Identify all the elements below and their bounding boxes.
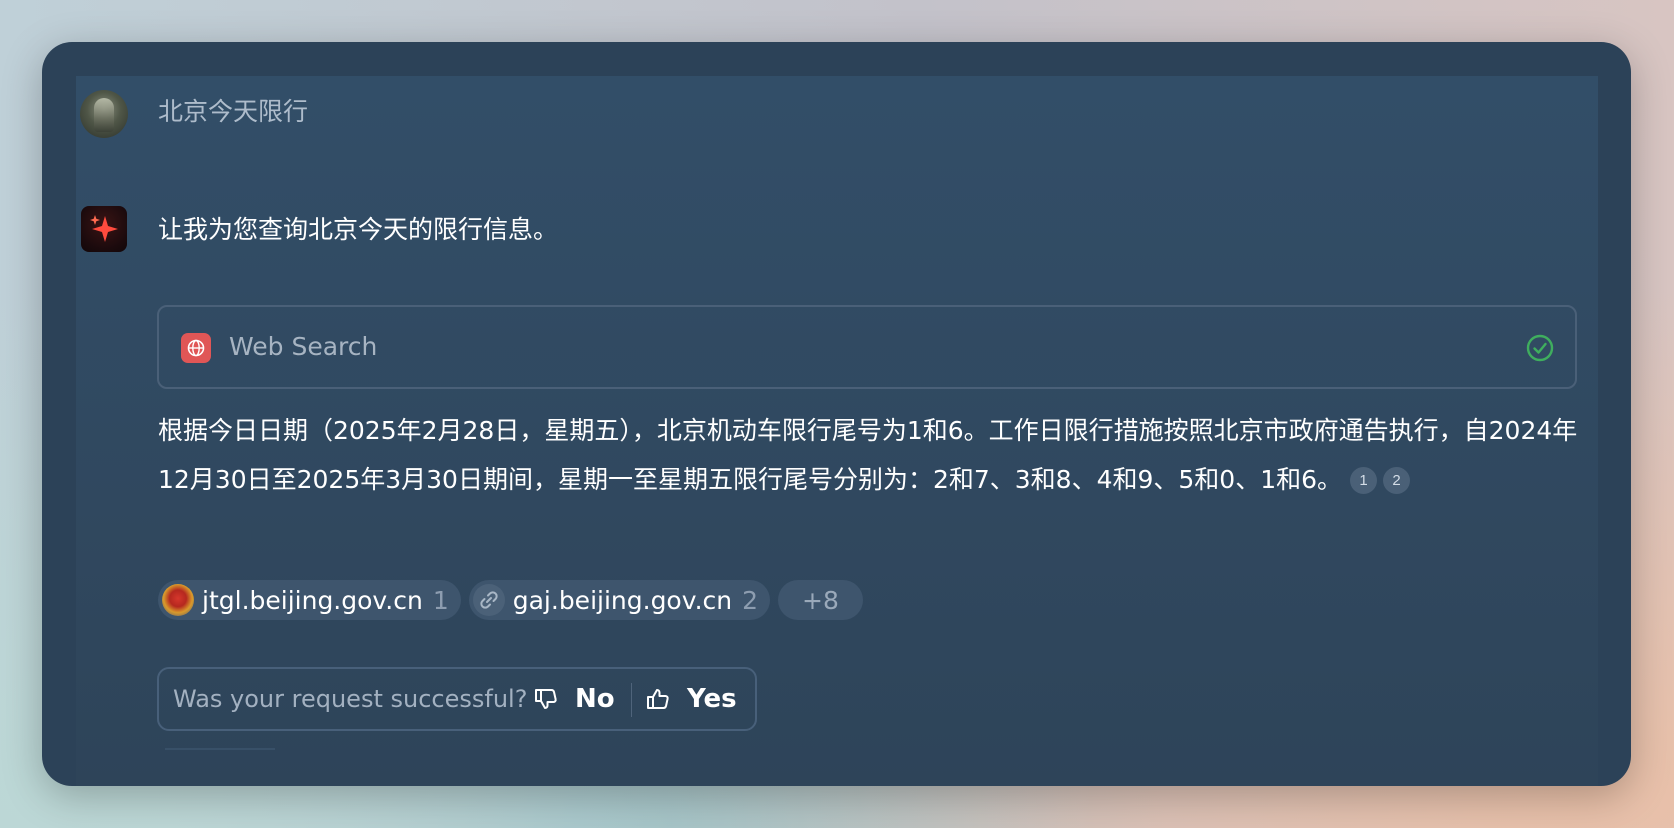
more-sources-button[interactable]: +8: [778, 580, 863, 620]
citation-badge-2[interactable]: 2: [1383, 467, 1411, 494]
feedback-no-button[interactable]: No: [533, 679, 615, 719]
assistant-intro: 让我为您查询北京今天的限行信息。: [158, 215, 559, 244]
source-chip-gaj[interactable]: gaj.beijing.gov.cn 2: [468, 580, 771, 620]
feedback-no-label: No: [575, 684, 615, 714]
feedback-question: Was your request successful?: [173, 685, 528, 713]
assistant-answer: 根据今日日期（2025年2月28日，星期五），北京机动车限行尾号为1和6。工作日…: [158, 406, 1586, 504]
feedback-divider: [631, 683, 632, 717]
source-chips: jtgl.beijing.gov.cn 1 gaj.beijing.gov.cn…: [158, 580, 863, 620]
citation-badge-1[interactable]: 1: [1350, 467, 1378, 494]
user-message: 北京今天限行: [158, 97, 309, 126]
source-count: 2: [742, 585, 759, 615]
feedback-bar: Was your request successful? No Yes: [157, 667, 757, 731]
source-count: 1: [432, 585, 449, 615]
source-domain: gaj.beijing.gov.cn: [512, 585, 733, 615]
source-chip-jtgl[interactable]: jtgl.beijing.gov.cn 1: [158, 580, 461, 620]
scroll-fade-line: [165, 748, 275, 750]
source-domain: jtgl.beijing.gov.cn: [202, 585, 423, 615]
thumbs-down-icon: [535, 689, 557, 709]
web-search-tool-card[interactable]: Web Search: [157, 305, 1577, 389]
thumbs-up-icon: [647, 689, 669, 709]
assistant-avatar: [81, 206, 127, 252]
check-circle-icon: [1525, 333, 1555, 363]
globe-icon: [181, 333, 211, 363]
feedback-yes-button[interactable]: Yes: [645, 679, 737, 719]
police-emblem-icon: [162, 584, 194, 616]
user-avatar: [80, 90, 128, 138]
tool-name: Web Search: [229, 332, 378, 361]
sparkle-icon: [90, 215, 118, 242]
feedback-yes-label: Yes: [687, 684, 737, 714]
link-icon: [472, 584, 505, 616]
avatar-figure: [94, 98, 114, 132]
